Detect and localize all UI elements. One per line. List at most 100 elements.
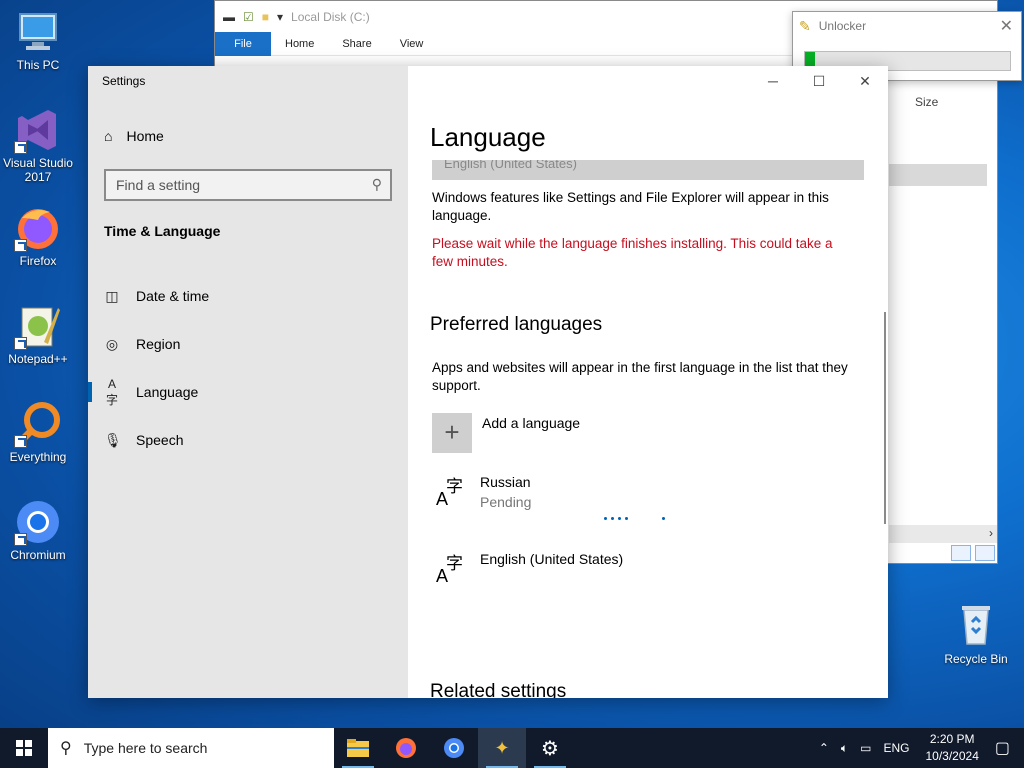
column-header-size[interactable]: Size: [915, 95, 938, 109]
chevron-up-icon[interactable]: ⌃: [813, 741, 835, 755]
add-language-button[interactable]: + Add a language: [432, 413, 580, 453]
search-icon: ⚲: [60, 740, 72, 757]
visual-studio-icon: [14, 106, 62, 154]
horizontal-scrollbar[interactable]: ›: [889, 525, 997, 543]
clock[interactable]: 2:20 PM 10/3/2024: [915, 731, 988, 765]
window-title: Settings: [102, 74, 146, 88]
input-language[interactable]: ENG: [877, 741, 915, 755]
taskbar-settings[interactable]: ⚙: [526, 728, 574, 768]
large-icons-view-icon[interactable]: [975, 545, 995, 561]
desktop-icon-notepad-plus-plus[interactable]: Notepad++: [0, 302, 76, 366]
shortcut-arrow-icon: [14, 337, 27, 350]
recycle-bin-label: Recycle Bin: [944, 652, 1008, 666]
taskbar-firefox[interactable]: [382, 728, 430, 768]
unlocker-wand-icon: ✦: [494, 737, 510, 758]
ribbon-tab-view[interactable]: View: [386, 32, 438, 56]
plus-icon: +: [432, 413, 472, 453]
desktop-icon-visual-studio[interactable]: Visual Studio 2017: [0, 106, 76, 184]
nav-list: ◫ Date & time ◎ Region A字 Language 🎙︎ Sp…: [88, 272, 408, 464]
windows-logo-icon: [16, 740, 32, 756]
window-controls: ─ ☐ ✕: [750, 66, 888, 96]
explorer-title: Local Disk (C:): [291, 9, 370, 24]
language-name: English (United States): [480, 551, 624, 567]
action-center-icon[interactable]: ▢: [989, 738, 1024, 758]
scroll-right-icon[interactable]: ›: [989, 526, 993, 540]
search-placeholder: Find a setting: [116, 177, 201, 193]
windows-display-language-dropdown[interactable]: English (United States): [432, 160, 864, 180]
folder-icon[interactable]: ■: [262, 10, 269, 24]
dropdown-value: English (United States): [444, 160, 577, 171]
volume-muted-icon[interactable]: 🔈︎: [835, 741, 854, 756]
firefox-icon: [14, 204, 62, 252]
selected-row[interactable]: [889, 164, 987, 186]
ribbon-tab-share[interactable]: Share: [328, 32, 385, 56]
ribbon-tab-file[interactable]: File: [215, 31, 271, 56]
taskbar-unlocker[interactable]: ✦: [478, 728, 526, 768]
minimize-icon[interactable]: ─: [750, 66, 796, 96]
recycle-bin-icon: [952, 600, 1000, 648]
calendar-clock-icon: ◫: [105, 287, 119, 304]
chromium-icon: [444, 738, 464, 758]
taskbar-chromium[interactable]: [430, 728, 478, 768]
unlocker-title: Unlocker: [818, 19, 867, 33]
related-settings-heading: Related settings: [430, 681, 567, 698]
features-description: Windows features like Settings and File …: [432, 190, 829, 223]
nav-item-label: Region: [136, 336, 181, 352]
dropdown-arrow-icon[interactable]: ▾: [277, 10, 283, 24]
home-icon: ⌂: [104, 128, 113, 144]
microphone-icon: 🎙︎: [104, 431, 122, 448]
taskbar-file-explorer[interactable]: [334, 728, 382, 768]
nav-home-label: Home: [126, 128, 164, 144]
settings-window[interactable]: Settings ⌂ Home Find a setting ⚲ Time & …: [88, 66, 888, 698]
section-title: Time & Language: [104, 223, 221, 239]
desktop-icon-this-pc[interactable]: This PC: [0, 8, 76, 72]
explorer-menu-icon[interactable]: ▬: [223, 10, 235, 24]
desktop-icon-recycle-bin[interactable]: Recycle Bin: [938, 600, 1014, 666]
start-button[interactable]: [0, 728, 48, 768]
nav-item-speech[interactable]: 🎙︎ Speech: [88, 416, 408, 464]
language-item-english-us[interactable]: A字 English (United States): [434, 551, 624, 586]
desktop-icon-everything[interactable]: Everything: [0, 400, 76, 464]
taskbar-search-box[interactable]: ⚲ Type here to search: [48, 728, 334, 768]
find-setting-input[interactable]: Find a setting ⚲: [104, 169, 392, 201]
clock-date: 10/3/2024: [925, 749, 979, 763]
vertical-scrollbar[interactable]: [884, 312, 886, 524]
computer-icon: [14, 8, 62, 56]
close-icon[interactable]: ✕: [1000, 16, 1013, 36]
language-item-russian[interactable]: A字 Russian Pending: [434, 474, 531, 510]
nav-item-date-time[interactable]: ◫ Date & time: [88, 272, 408, 320]
unlocker-wand-icon: ✎: [799, 17, 811, 34]
nav-item-label: Speech: [136, 432, 184, 448]
network-icon[interactable]: ▭: [854, 741, 877, 755]
shortcut-arrow-icon: [14, 435, 27, 448]
close-icon[interactable]: ✕: [842, 66, 888, 96]
desktop-icon-label: Firefox: [19, 254, 57, 268]
desktop-icon-chromium[interactable]: Chromium: [0, 498, 76, 562]
everything-search-icon: [14, 400, 62, 448]
properties-icon[interactable]: ☑: [243, 10, 254, 24]
ribbon-tab-home[interactable]: Home: [271, 32, 328, 56]
nav-item-region[interactable]: ◎ Region: [88, 320, 408, 368]
install-warning: Please wait while the language finishes …: [432, 236, 833, 269]
nav-item-language[interactable]: A字 Language: [88, 368, 408, 416]
language-status: Pending: [480, 494, 532, 510]
details-view-icon[interactable]: [951, 545, 971, 561]
settings-content-pane: ─ ☐ ✕ Language English (United States) W…: [408, 66, 888, 698]
chromium-icon: [14, 498, 62, 546]
language-icon: A字: [436, 477, 463, 509]
preferred-languages-heading: Preferred languages: [430, 314, 603, 335]
language-icon: A字: [105, 376, 118, 407]
gear-icon: ⚙: [541, 737, 559, 760]
nav-item-label: Language: [136, 384, 199, 400]
unlocker-titlebar[interactable]: ✎ Unlocker: [793, 12, 1021, 40]
loading-dot-icon: [662, 517, 665, 520]
taskbar: ⚲ Type here to search ✦ ⚙ ⌃ 🔈︎ ▭ ENG 2:2…: [0, 728, 1024, 768]
desktop-icon-label: Visual Studio 2017: [3, 156, 73, 184]
desktop-icon-firefox[interactable]: Firefox: [0, 204, 76, 268]
clock-time: 2:20 PM: [929, 732, 975, 746]
shortcut-arrow-icon: [14, 239, 27, 252]
page-title: Language: [430, 122, 546, 152]
loading-dots-icon: [604, 517, 628, 520]
maximize-icon[interactable]: ☐: [796, 66, 842, 96]
nav-home[interactable]: ⌂ Home: [104, 128, 164, 144]
